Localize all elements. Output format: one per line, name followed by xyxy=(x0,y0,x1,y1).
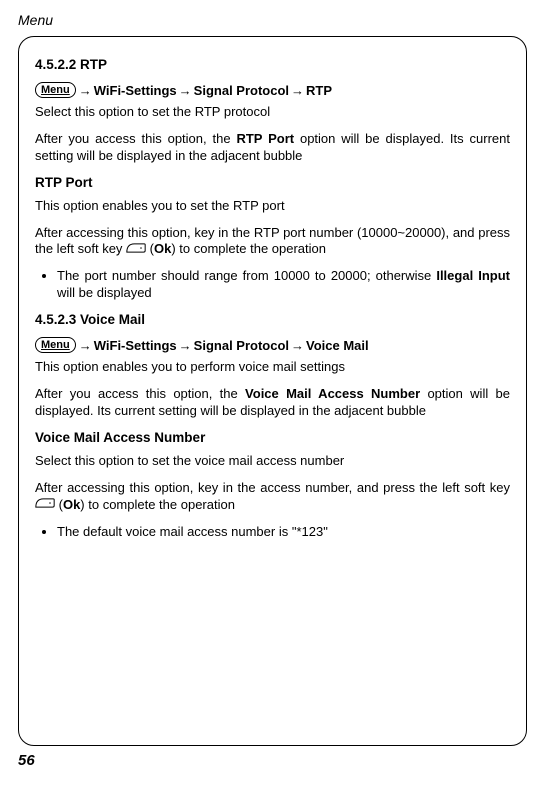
text-bold: Voice Mail Access Number xyxy=(245,386,420,401)
list-item: The default voice mail access number is … xyxy=(57,524,510,541)
arrow-icon: → xyxy=(291,338,304,353)
text-run: After you access this option, the xyxy=(35,386,245,401)
text-bold: Illegal Input xyxy=(436,268,510,283)
breadcrumb-item: Voice Mail xyxy=(306,338,369,353)
text-run: After accessing this option, key in the … xyxy=(35,480,510,495)
menu-icon: Menu xyxy=(35,337,76,353)
page-number: 56 xyxy=(18,752,527,769)
content-frame: 4.5.2.2 RTP Menu → WiFi-Settings → Signa… xyxy=(18,36,527,746)
breadcrumb-voicemail: Menu → WiFi-Settings → Signal Protocol →… xyxy=(35,337,510,353)
text-bold: Ok xyxy=(63,497,80,512)
arrow-icon: → xyxy=(79,338,92,353)
breadcrumb-item: Signal Protocol xyxy=(194,83,289,98)
text-run: The port number should range from 10000 … xyxy=(57,268,436,283)
arrow-icon: → xyxy=(79,83,92,98)
text-run: ) to complete the operation xyxy=(171,241,326,256)
text-run: will be displayed xyxy=(57,285,152,300)
paragraph: Select this option to set the voice mail… xyxy=(35,453,510,470)
breadcrumb-item: WiFi-Settings xyxy=(94,83,177,98)
list-item: The port number should range from 10000 … xyxy=(57,268,510,302)
arrow-icon: → xyxy=(291,83,304,98)
bullet-list: The default voice mail access number is … xyxy=(35,524,510,541)
text-run: ( xyxy=(55,497,63,512)
text-run: After you access this option, the xyxy=(35,131,236,146)
page-header: Menu xyxy=(18,12,527,28)
text-bold: Ok xyxy=(154,241,171,256)
section-heading-voicemail: 4.5.2.3 Voice Mail xyxy=(35,312,510,327)
paragraph: After you access this option, the Voice … xyxy=(35,386,510,420)
subheading-rtp-port: RTP Port xyxy=(35,175,510,190)
paragraph: After accessing this option, key in the … xyxy=(35,480,510,514)
arrow-icon: → xyxy=(179,83,192,98)
breadcrumb-item: RTP xyxy=(306,83,332,98)
paragraph: After you access this option, the RTP Po… xyxy=(35,131,510,165)
paragraph: After accessing this option, key in the … xyxy=(35,225,510,259)
bullet-list: The port number should range from 10000 … xyxy=(35,268,510,302)
paragraph: This option enables you to set the RTP p… xyxy=(35,198,510,215)
breadcrumb-item: Signal Protocol xyxy=(194,338,289,353)
breadcrumb-item: WiFi-Settings xyxy=(94,338,177,353)
text-run: ( xyxy=(146,241,154,256)
softkey-icon xyxy=(35,497,55,514)
text-run: ) to complete the operation xyxy=(80,497,235,512)
breadcrumb-rtp: Menu → WiFi-Settings → Signal Protocol →… xyxy=(35,82,510,98)
arrow-icon: → xyxy=(179,338,192,353)
softkey-icon xyxy=(126,242,146,259)
text-bold: RTP Port xyxy=(236,131,294,146)
subheading-vm-access-number: Voice Mail Access Number xyxy=(35,430,510,445)
paragraph: Select this option to set the RTP protoc… xyxy=(35,104,510,121)
section-heading-rtp: 4.5.2.2 RTP xyxy=(35,57,510,72)
menu-icon: Menu xyxy=(35,82,76,98)
paragraph: This option enables you to perform voice… xyxy=(35,359,510,376)
